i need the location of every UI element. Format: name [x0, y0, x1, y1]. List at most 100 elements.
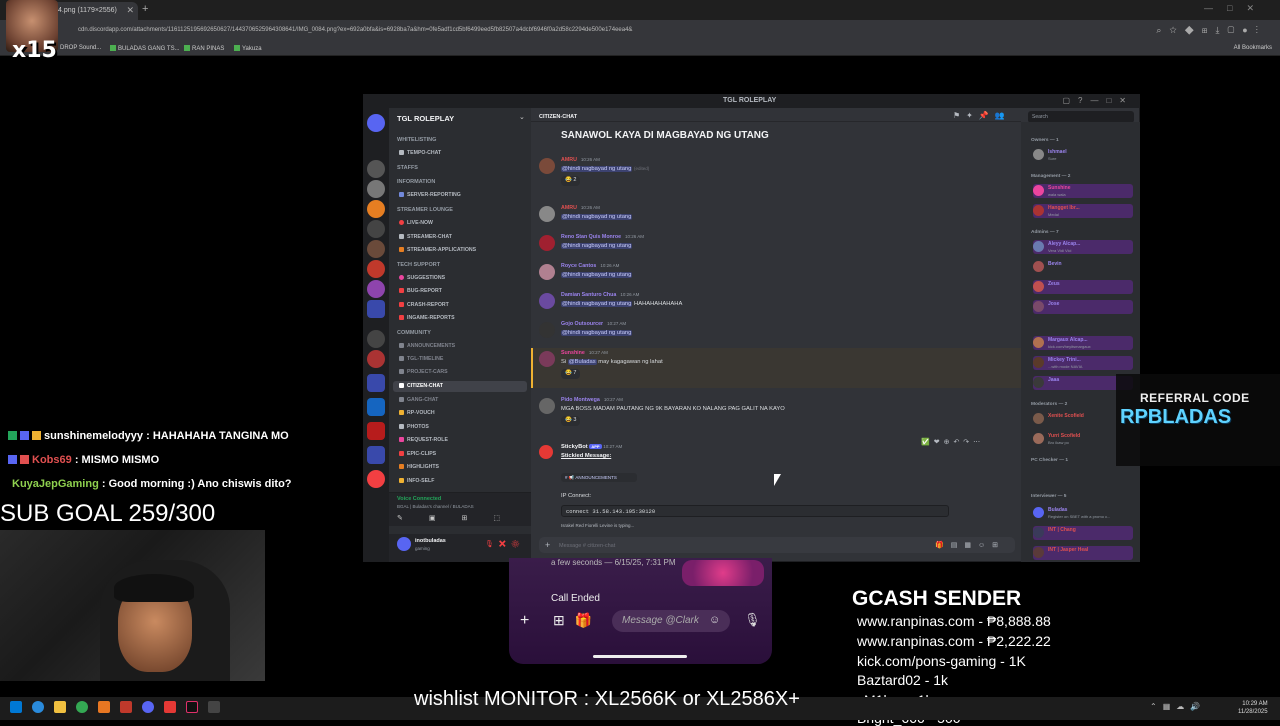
category-staffs[interactable]: STAFFS [397, 165, 418, 171]
category-streamer-lounge[interactable]: STREAMER LOUNGE [397, 207, 453, 213]
mention[interactable]: @hindi nagbayad ng utang [561, 301, 633, 307]
avatar[interactable] [397, 537, 411, 551]
channel-streamer-chat[interactable]: STREAMER-CHAT [399, 234, 452, 240]
member-item[interactable]: Zeus [1033, 280, 1133, 294]
category-whitelisting[interactable]: WHITELISTING [397, 137, 436, 143]
server-icon[interactable] [367, 260, 385, 278]
start-icon[interactable] [10, 701, 22, 713]
chevron-down-icon[interactable]: ⌄ [519, 113, 525, 121]
channel-streamer-applications[interactable]: STREAMER-APPLICATIONS [399, 247, 476, 253]
member-item[interactable]: Bevin [1033, 260, 1133, 274]
channel-live-now[interactable]: LIVE-NOW [399, 220, 433, 226]
new-tab-button[interactable]: + [142, 3, 148, 15]
channel-highlights[interactable]: HIGHLIGHTS [399, 464, 439, 470]
address-bar-icons[interactable]: ⌕☆◆⊞⤓▢●⋮ [1156, 25, 1266, 36]
message-author[interactable]: Pido Montwega 10:27 AM [561, 397, 623, 403]
system-tray[interactable]: ⌃▦☁🔊 [1150, 702, 1206, 711]
stickybot-avatar[interactable] [539, 445, 553, 459]
mention[interactable]: @Buladas [567, 359, 597, 365]
browser-tab[interactable]: 4.png (1179×2556) ✕ [50, 2, 138, 20]
channel-crash-report[interactable]: CRASH-REPORT [399, 302, 449, 308]
all-bookmarks[interactable]: All Bookmarks [1234, 45, 1272, 51]
add-attachment-icon[interactable]: + [545, 540, 550, 550]
chrome-icon[interactable] [76, 701, 88, 713]
folder-icon[interactable] [367, 300, 385, 318]
message-author[interactable]: StickyBot APP 10:27 AM [561, 444, 622, 450]
avatar[interactable] [539, 158, 555, 174]
server-icon[interactable] [367, 160, 385, 178]
window-controls[interactable]: —□✕ [1204, 3, 1268, 14]
avatar[interactable] [539, 264, 555, 280]
reaction[interactable]: 😂 7 [561, 369, 581, 379]
member-item[interactable]: INT | Jasper Heal [1033, 546, 1133, 560]
message-author[interactable]: AMRU 10:26 AM [561, 157, 600, 163]
tiktok-icon[interactable] [186, 701, 198, 713]
app-icon[interactable] [208, 701, 220, 713]
channel-info-self[interactable]: INFO-SELF [399, 478, 434, 484]
category-tech-support[interactable]: TECH SUPPORT [397, 262, 440, 268]
reaction[interactable]: 😂 2 [561, 176, 581, 186]
mention[interactable]: @hindi nagbayad ng utang [561, 166, 633, 172]
channel-ingame-reports[interactable]: INGAME-REPORTS [399, 315, 455, 321]
member-item[interactable]: Buladas Register on SBET with a promo c..… [1033, 506, 1133, 520]
channel-tgl-timeline[interactable]: TGL-TIMELINE [399, 356, 443, 362]
channel-gang-chat[interactable]: GANG-CHAT [399, 397, 438, 403]
discord-home-icon[interactable] [367, 114, 385, 132]
avatar[interactable] [539, 206, 555, 222]
bookmark-item[interactable]: BULADAS GANG TS... [110, 45, 180, 52]
app-icon[interactable] [98, 701, 110, 713]
channel-epic-clips[interactable]: EPIC-CLIPS [399, 451, 436, 457]
apps-gift-icons[interactable]: ⊞🎁 [553, 612, 602, 629]
mention[interactable]: @hindi nagbayad ng utang [561, 243, 633, 249]
member-item[interactable]: Ishmael Sure [1033, 148, 1133, 162]
message-author[interactable]: Sunshine 10:27 AM [561, 350, 608, 356]
channel-rp-vouch[interactable]: RP-VOUCH [399, 410, 435, 416]
category-community[interactable]: COMMUNITY [397, 330, 431, 336]
member-item[interactable]: Aleyy Alcap... Vera Vidi Vici [1033, 240, 1133, 254]
voice-buttons[interactable]: ✎▣⊞⬚ [397, 514, 526, 522]
server-icon-tgl[interactable] [367, 398, 385, 416]
message-actions[interactable]: ✅❤⊕↶↷⋯ [921, 438, 984, 446]
channel-bug-report[interactable]: BUG-REPORT [399, 288, 442, 294]
member-item[interactable]: Hangget Ibr... Medal [1033, 204, 1133, 218]
reaction[interactable]: 😂 3 [561, 416, 581, 426]
bookmark-item[interactable]: DROP Sound... [60, 45, 101, 51]
server-icon[interactable] [367, 422, 385, 440]
mention[interactable]: @hindi nagbayad ng utang [561, 272, 633, 278]
server-icon[interactable] [367, 180, 385, 198]
app-icon[interactable] [164, 701, 176, 713]
mute-deafen-settings[interactable]: 🎙✖⚙ [485, 540, 524, 548]
mic-icon[interactable]: 🎙 [744, 612, 761, 628]
message-author[interactable]: Royce Cantos 10:26 AM [561, 263, 619, 269]
bookmark-item[interactable]: RAN PINAS [184, 45, 224, 52]
member-item[interactable]: Jose [1033, 300, 1133, 314]
message-author[interactable]: Reno Stan Quis Monroe 10:26 AM [561, 234, 644, 240]
discord-window-controls[interactable]: ▢?—□✕ [1062, 96, 1134, 105]
avatar[interactable] [539, 293, 555, 309]
discord-icon[interactable] [142, 701, 154, 713]
server-icon[interactable] [367, 350, 385, 368]
avatar[interactable] [539, 398, 555, 414]
close-icon[interactable]: ✕ [126, 5, 134, 16]
member-item[interactable]: Sunshine wala wala [1033, 184, 1133, 198]
server-icon[interactable] [367, 240, 385, 258]
voice-status[interactable]: Voice Connected [397, 496, 441, 502]
ip-code-block[interactable]: connect 31.58.143.195:30120 [561, 505, 949, 517]
mention[interactable]: @hindi nagbayad ng utang [561, 330, 633, 336]
plus-icon[interactable]: + [520, 612, 529, 630]
folder-icon[interactable] [54, 701, 66, 713]
member-item[interactable]: INT | Chang [1033, 526, 1133, 540]
clock[interactable]: 10:29 AM 11/28/2025 [1238, 700, 1268, 716]
message-author[interactable]: Gojo Outsourcer 10:27 AM [561, 321, 626, 327]
user-name[interactable]: inotbuladas [415, 538, 446, 544]
category-information[interactable]: INFORMATION [397, 179, 435, 185]
channel-suggestions[interactable]: SUGGESTIONS [399, 275, 445, 281]
avatar[interactable] [539, 235, 555, 251]
channel-photos[interactable]: PHOTOS [399, 424, 429, 430]
url-field[interactable]: cdn.discordapp.com/attachments/116112519… [78, 27, 632, 33]
channel-request-role[interactable]: REQUEST-ROLE [399, 437, 448, 443]
channel-tempo-chat[interactable]: TEMPO-CHAT [399, 150, 441, 156]
bookmark-item[interactable]: Yakuza [234, 45, 262, 52]
message-author[interactable]: Damian Santuro Chua 10:26 AM [561, 292, 639, 298]
voice-channel-name[interactable]: BGAL | Buladas's channel / BULADAS [397, 504, 474, 509]
